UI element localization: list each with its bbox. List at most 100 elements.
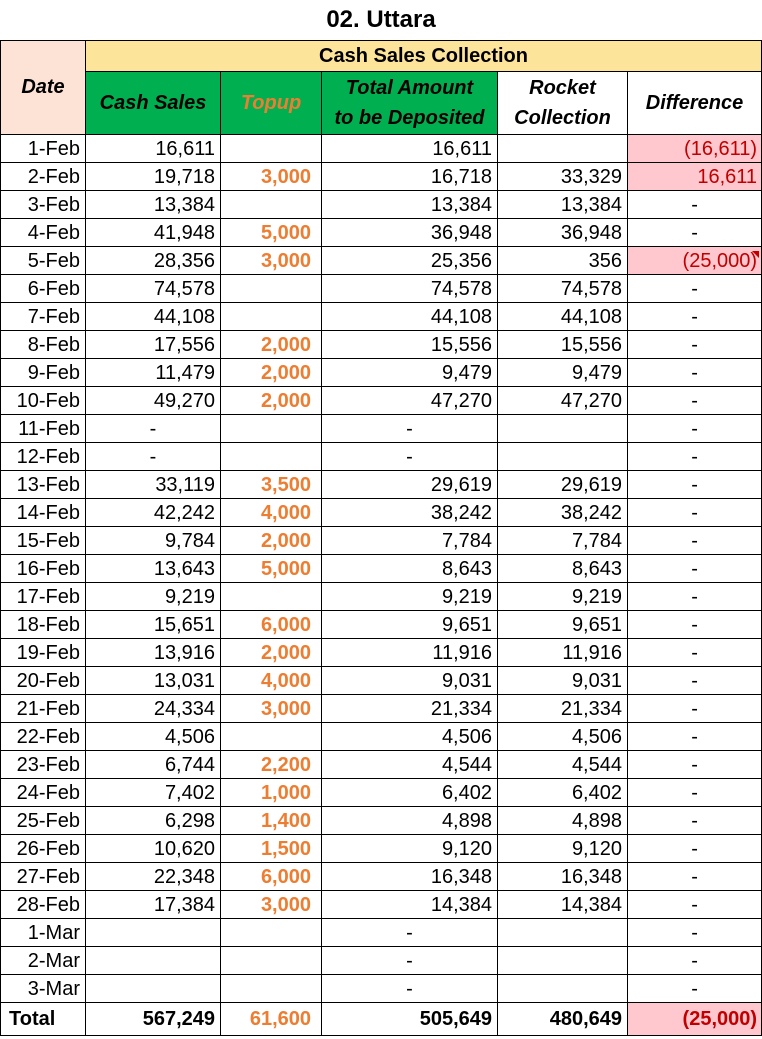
topup-cell[interactable] bbox=[220, 582, 322, 611]
total-amount-cell[interactable]: 13,384 bbox=[321, 190, 498, 219]
difference-cell[interactable]: - bbox=[626, 582, 762, 611]
date-cell[interactable]: 16-Feb bbox=[0, 554, 86, 583]
total-amount-cell[interactable]: 47,270 bbox=[321, 386, 498, 415]
total-rocket-collection[interactable]: 480,649 bbox=[497, 1002, 628, 1036]
rocket-collection-cell[interactable] bbox=[497, 974, 628, 1003]
topup-cell[interactable]: 5,000 bbox=[220, 554, 322, 583]
date-cell[interactable]: 2-Mar bbox=[0, 946, 86, 975]
date-cell[interactable]: 6-Feb bbox=[0, 274, 86, 303]
cash-sales-cell[interactable]: 74,578 bbox=[85, 274, 221, 303]
total-amount-cell[interactable]: 11,916 bbox=[321, 638, 498, 667]
total-amount-cell[interactable]: 7,784 bbox=[321, 526, 498, 555]
date-cell[interactable]: 23-Feb bbox=[0, 750, 86, 779]
rocket-collection-cell[interactable]: 4,544 bbox=[497, 750, 628, 779]
cash-sales-cell[interactable] bbox=[85, 918, 221, 947]
cash-sales-cell[interactable]: 28,356 bbox=[85, 246, 221, 275]
date-cell[interactable]: 22-Feb bbox=[0, 722, 86, 751]
difference-cell[interactable]: - bbox=[626, 638, 762, 667]
total-amount-cell[interactable]: 36,948 bbox=[321, 218, 498, 247]
difference-cell[interactable]: - bbox=[626, 386, 762, 415]
cash-sales-cell[interactable] bbox=[85, 946, 221, 975]
total-amount-cell[interactable]: 29,619 bbox=[321, 470, 498, 499]
total-amount-cell[interactable]: 44,108 bbox=[321, 302, 498, 331]
cash-sales-cell[interactable]: 9,784 bbox=[85, 526, 221, 555]
date-cell[interactable]: 5-Feb bbox=[0, 246, 86, 275]
topup-cell[interactable]: 4,000 bbox=[220, 666, 322, 695]
rocket-collection-cell[interactable]: 13,384 bbox=[497, 190, 628, 219]
total-cash-sales[interactable]: 567,249 bbox=[85, 1002, 221, 1036]
difference-cell[interactable]: - bbox=[626, 862, 762, 891]
total-amount-cell[interactable]: - bbox=[321, 918, 498, 947]
total-amount-cell[interactable]: - bbox=[321, 414, 498, 443]
difference-cell[interactable]: 16,611 bbox=[626, 162, 762, 191]
date-cell[interactable]: 24-Feb bbox=[0, 778, 86, 807]
cash-sales-cell[interactable]: 49,270 bbox=[85, 386, 221, 415]
sheet-title[interactable]: 02. Uttara bbox=[0, 0, 762, 41]
date-cell[interactable]: 8-Feb bbox=[0, 330, 86, 359]
topup-cell[interactable] bbox=[220, 722, 322, 751]
difference-cell[interactable]: - bbox=[626, 778, 762, 807]
total-amount-cell[interactable]: - bbox=[321, 946, 498, 975]
rocket-collection-cell[interactable]: 15,556 bbox=[497, 330, 628, 359]
cash-sales-cell[interactable]: 44,108 bbox=[85, 302, 221, 331]
date-cell[interactable]: 9-Feb bbox=[0, 358, 86, 387]
total-amount-cell[interactable]: 16,348 bbox=[321, 862, 498, 891]
total-amount-cell[interactable]: - bbox=[321, 442, 498, 471]
difference-cell[interactable]: (25,000) bbox=[626, 246, 762, 275]
total-amount-cell[interactable]: 9,219 bbox=[321, 582, 498, 611]
date-cell[interactable]: 15-Feb bbox=[0, 526, 86, 555]
topup-cell[interactable]: 3,000 bbox=[220, 162, 322, 191]
topup-cell[interactable]: 4,000 bbox=[220, 498, 322, 527]
cash-sales-cell[interactable]: 6,744 bbox=[85, 750, 221, 779]
difference-cell[interactable]: - bbox=[626, 498, 762, 527]
difference-cell[interactable]: - bbox=[626, 330, 762, 359]
rocket-collection-cell[interactable]: 47,270 bbox=[497, 386, 628, 415]
topup-cell[interactable]: 5,000 bbox=[220, 218, 322, 247]
topup-cell[interactable] bbox=[220, 974, 322, 1003]
rocket-collection-cell[interactable]: 4,898 bbox=[497, 806, 628, 835]
topup-cell[interactable]: 3,000 bbox=[220, 246, 322, 275]
topup-cell[interactable] bbox=[220, 946, 322, 975]
difference-cell[interactable]: - bbox=[626, 666, 762, 695]
cash-sales-cell[interactable]: 10,620 bbox=[85, 834, 221, 863]
date-cell[interactable]: 10-Feb bbox=[0, 386, 86, 415]
cash-sales-cell[interactable]: 4,506 bbox=[85, 722, 221, 751]
total-amount-cell[interactable]: 74,578 bbox=[321, 274, 498, 303]
date-cell[interactable]: 25-Feb bbox=[0, 806, 86, 835]
total-label[interactable]: Total bbox=[0, 1002, 86, 1036]
rocket-collection-cell[interactable]: 38,242 bbox=[497, 498, 628, 527]
total-amount-header[interactable]: Total Amount to be Deposited bbox=[321, 71, 498, 135]
difference-cell[interactable]: - bbox=[626, 722, 762, 751]
rocket-collection-cell[interactable]: 356 bbox=[497, 246, 628, 275]
total-amount-cell[interactable]: 9,120 bbox=[321, 834, 498, 863]
comment-marker-icon[interactable] bbox=[752, 251, 759, 258]
rocket-collection-cell[interactable]: 9,219 bbox=[497, 582, 628, 611]
cash-sales-cell[interactable]: 13,916 bbox=[85, 638, 221, 667]
cash-sales-cell[interactable]: - bbox=[85, 442, 221, 471]
rocket-collection-cell[interactable] bbox=[497, 134, 628, 163]
cash-sales-cell[interactable]: 17,384 bbox=[85, 890, 221, 919]
date-cell[interactable]: 1-Mar bbox=[0, 918, 86, 947]
topup-cell[interactable] bbox=[220, 442, 322, 471]
difference-cell[interactable]: - bbox=[626, 750, 762, 779]
topup-cell[interactable] bbox=[220, 190, 322, 219]
topup-cell[interactable]: 1,500 bbox=[220, 834, 322, 863]
topup-header[interactable]: Topup bbox=[220, 71, 322, 135]
rocket-collection-cell[interactable]: 16,348 bbox=[497, 862, 628, 891]
cash-sales-cell[interactable] bbox=[85, 974, 221, 1003]
difference-cell[interactable]: - bbox=[626, 526, 762, 555]
total-amount-cell[interactable]: 21,334 bbox=[321, 694, 498, 723]
topup-cell[interactable]: 2,200 bbox=[220, 750, 322, 779]
difference-cell[interactable]: - bbox=[626, 470, 762, 499]
topup-cell[interactable]: 3,000 bbox=[220, 890, 322, 919]
difference-cell[interactable]: - bbox=[626, 190, 762, 219]
rocket-collection-cell[interactable]: 8,643 bbox=[497, 554, 628, 583]
rocket-collection-cell[interactable] bbox=[497, 946, 628, 975]
total-amount-cell[interactable]: 16,718 bbox=[321, 162, 498, 191]
total-amount-cell[interactable]: 16,611 bbox=[321, 134, 498, 163]
date-cell[interactable]: 28-Feb bbox=[0, 890, 86, 919]
rocket-collection-cell[interactable]: 9,479 bbox=[497, 358, 628, 387]
cash-sales-collection-header[interactable]: Cash Sales Collection bbox=[84, 40, 762, 72]
difference-cell[interactable]: - bbox=[626, 918, 762, 947]
date-header[interactable]: Date bbox=[0, 40, 86, 135]
